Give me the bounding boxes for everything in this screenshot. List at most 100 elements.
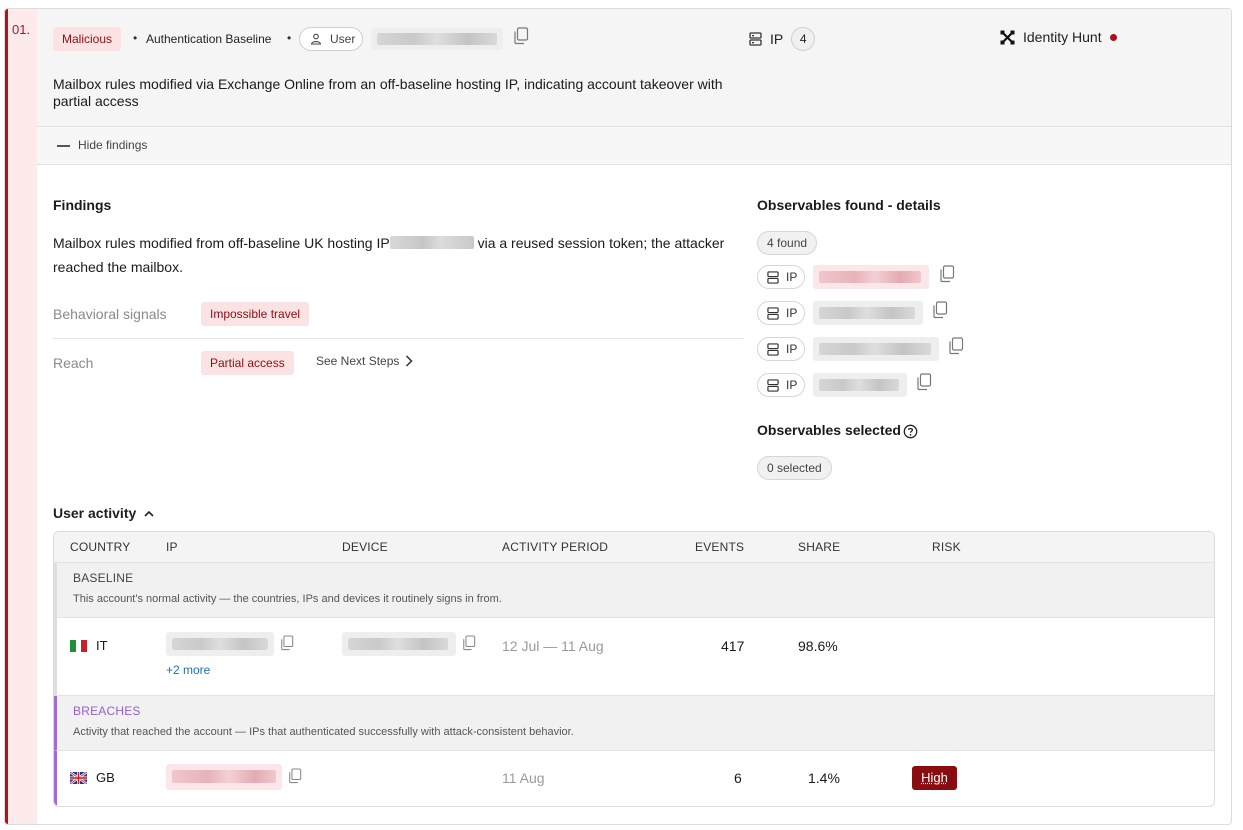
severity-rail: 01. xyxy=(5,9,37,824)
share-value: 1.4% xyxy=(808,770,840,786)
found-count-pill: 4 found xyxy=(757,231,818,255)
observable-type-pill[interactable]: IP xyxy=(757,265,805,289)
incident-card: 01. Malicious • Authentication Baseline … xyxy=(4,8,1232,825)
incident-summary: Mailbox rules modified via Exchange Onli… xyxy=(53,76,723,109)
redacted-ip xyxy=(819,271,921,283)
uk-flag-icon xyxy=(70,772,87,784)
reach-label: Reach xyxy=(53,355,94,371)
more-ips-link[interactable]: +2 more xyxy=(166,663,210,677)
copy-icon[interactable] xyxy=(948,337,964,355)
identity-hunt[interactable]: Identity Hunt xyxy=(1000,27,1117,47)
italy-flag-icon xyxy=(70,640,87,652)
collapse-icon xyxy=(57,145,70,147)
observable-type-pill[interactable]: IP xyxy=(757,337,805,361)
incident-header: Malicious • Authentication Baseline • Us… xyxy=(37,9,1231,127)
baseline-group-header: BASELINE This account's normal activity … xyxy=(54,563,1214,618)
group-name: BASELINE xyxy=(73,571,134,585)
next-steps-label: See Next Steps xyxy=(316,354,400,368)
column-header: SHARE xyxy=(798,540,841,554)
separator-dot: • xyxy=(287,31,292,45)
risk-badge[interactable]: High xyxy=(912,766,957,790)
separator-dot: • xyxy=(133,31,138,45)
chevron-up-icon xyxy=(144,510,154,517)
observable-type-pill[interactable]: IP xyxy=(757,373,805,397)
ip-label: IP xyxy=(770,31,784,47)
copy-icon[interactable] xyxy=(462,635,476,651)
incident-number: 01. xyxy=(12,22,31,37)
divider xyxy=(53,338,743,339)
verdict-badge: Malicious xyxy=(53,27,122,51)
server-icon xyxy=(749,32,762,46)
observable-type-label: IP xyxy=(786,378,798,392)
redacted-ip xyxy=(172,638,268,650)
observable-type-label: IP xyxy=(786,306,798,320)
findings-title: Findings xyxy=(53,197,112,213)
table-row: GB 11 Aug 6 1.4% High xyxy=(54,751,1214,806)
user-activity-table: COUNTRY IP DEVICE ACTIVITY PERIOD EVENTS… xyxy=(53,531,1215,807)
column-header: EVENTS xyxy=(695,540,745,554)
copy-icon[interactable] xyxy=(932,301,948,319)
country-code: IT xyxy=(96,638,108,653)
redacted-ip xyxy=(819,343,931,355)
selected-count-pill: 0 selected xyxy=(757,456,832,480)
signals-label: Behavioral signals xyxy=(53,306,167,322)
observables-selected-title: Observables selected xyxy=(757,422,901,438)
help-icon[interactable] xyxy=(903,424,918,439)
hunt-label: Identity Hunt xyxy=(1023,29,1102,45)
observable-type-label: IP xyxy=(786,270,798,284)
column-header: COUNTRY xyxy=(70,540,131,554)
server-icon xyxy=(767,379,779,392)
observable-type-label: IP xyxy=(786,342,798,356)
hide-findings-toggle[interactable]: Hide findings xyxy=(37,127,1231,165)
activity-period: 11 Aug xyxy=(502,770,545,786)
copy-icon[interactable] xyxy=(939,265,955,283)
column-header: RISK xyxy=(932,540,961,554)
user-icon xyxy=(310,33,322,45)
group-name: BREACHES xyxy=(73,704,141,718)
redacted-ip xyxy=(389,236,474,249)
column-header: DEVICE xyxy=(342,540,388,554)
reach-tag: Partial access xyxy=(201,351,294,375)
observables-title: Observables found - details xyxy=(757,197,941,213)
chevron-right-icon xyxy=(406,355,413,367)
findings-text: Mailbox rules modified from off-baseline… xyxy=(53,231,743,279)
server-icon xyxy=(767,307,779,320)
table-header: COUNTRY IP DEVICE ACTIVITY PERIOD EVENTS… xyxy=(54,532,1214,563)
country-code: GB xyxy=(96,770,115,785)
user-activity-title: User activity xyxy=(53,505,137,521)
detection-source: Authentication Baseline xyxy=(146,32,272,46)
copy-icon[interactable] xyxy=(288,768,302,784)
redacted-ip xyxy=(819,307,915,319)
activity-period: 12 Jul — 11 Aug xyxy=(502,638,604,654)
hunt-icon xyxy=(1000,30,1015,44)
server-icon xyxy=(767,271,779,284)
events-count: 417 xyxy=(721,638,745,654)
ip-count-badge: 4 xyxy=(791,27,816,51)
entity-type-label: User xyxy=(330,32,356,46)
observable-type-pill[interactable]: IP xyxy=(757,301,805,325)
redacted-username xyxy=(377,33,497,45)
copy-icon[interactable] xyxy=(513,27,529,45)
toggle-label: Hide findings xyxy=(78,138,148,152)
see-next-steps-link[interactable]: See Next Steps xyxy=(316,354,413,368)
share-value: 98.6% xyxy=(798,638,838,654)
column-header: ACTIVITY PERIOD xyxy=(502,540,609,554)
server-icon xyxy=(767,343,779,356)
status-dot xyxy=(1109,34,1117,41)
redacted-ip xyxy=(819,379,899,391)
signal-tag: Impossible travel xyxy=(201,302,310,326)
entity-type-pill[interactable]: User xyxy=(299,27,363,51)
copy-icon[interactable] xyxy=(280,635,294,651)
redacted-ip xyxy=(172,770,276,783)
redacted-device xyxy=(348,638,448,650)
findings-text-start: Mailbox rules modified from off-baseline… xyxy=(53,235,390,251)
group-description: Activity that reached the account — IPs … xyxy=(73,726,574,738)
breaches-group-header: BREACHES Activity that reached the accou… xyxy=(54,696,1214,751)
copy-icon[interactable] xyxy=(916,373,932,391)
ip-count-block[interactable]: IP 4 xyxy=(749,27,816,51)
user-activity-toggle[interactable]: User activity xyxy=(53,505,154,521)
column-header: IP xyxy=(166,540,178,554)
events-count: 6 xyxy=(734,770,742,786)
table-row: IT +2 more 12 Jul — 11 Aug 417 98.6% xyxy=(54,618,1214,696)
group-description: This account's normal activity — the cou… xyxy=(73,593,502,605)
